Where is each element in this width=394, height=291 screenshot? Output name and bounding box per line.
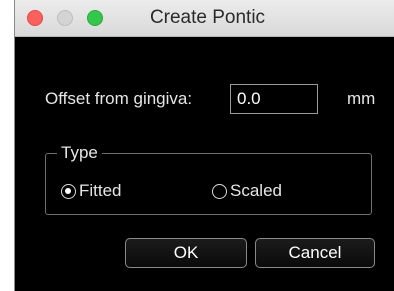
- radio-selected-icon[interactable]: [61, 183, 76, 199]
- fitted-radio-label: Fitted: [79, 181, 122, 200]
- offset-label: Offset from gingiva:: [45, 89, 193, 108]
- offset-input[interactable]: [230, 84, 318, 114]
- type-legend: Type: [57, 143, 102, 163]
- ok-button[interactable]: OK: [125, 238, 247, 268]
- cancel-button[interactable]: Cancel: [255, 238, 375, 268]
- create-pontic-dialog: Create Pontic Offset from gingiva: mm Ty…: [14, 0, 394, 291]
- title-bar[interactable]: Create Pontic: [15, 0, 394, 37]
- dialog-title: Create Pontic: [149, 7, 266, 28]
- radio-unselected-icon[interactable]: [212, 183, 227, 199]
- scaled-radio[interactable]: Scaled: [212, 181, 282, 201]
- unit-label: mm: [347, 89, 376, 108]
- scaled-radio-label: Scaled: [230, 181, 282, 200]
- fitted-radio[interactable]: Fitted: [61, 181, 122, 201]
